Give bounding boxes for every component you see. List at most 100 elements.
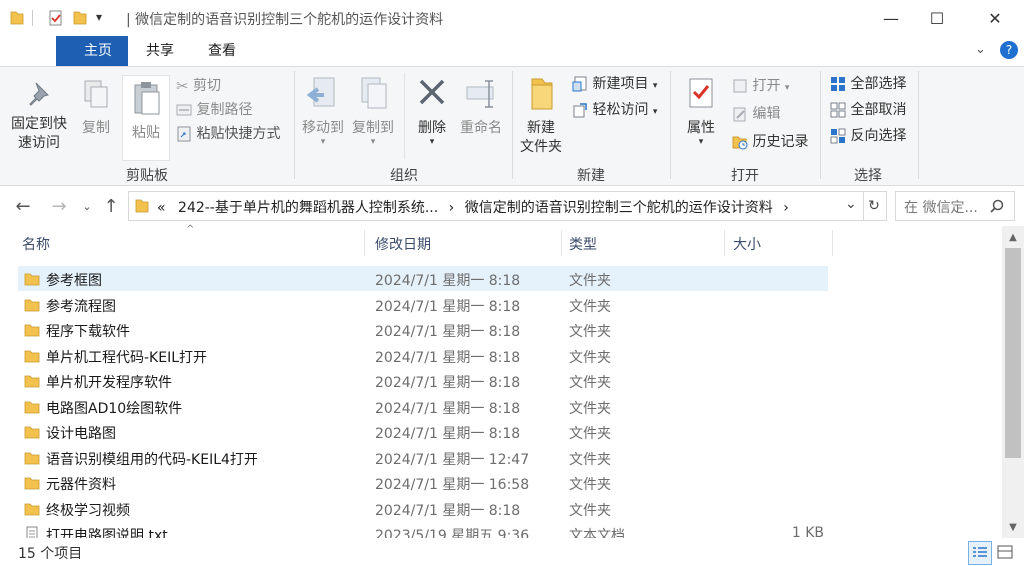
search-input[interactable]: 在 微信定... — [895, 191, 1015, 221]
address-bar[interactable]: « 242--基于单片机的舞蹈机器人控制系统... › 微信定制的语音识别控制三… — [128, 191, 864, 221]
file-date: 2024/7/1 星期一 8:18 — [375, 273, 521, 289]
column-divider[interactable] — [364, 230, 365, 256]
recent-locations-chevron-icon[interactable]: ⌄ — [74, 192, 100, 220]
copy-to-button[interactable]: 复制到 ▾ — [350, 75, 396, 147]
file-type: 文件夹 — [569, 375, 611, 391]
new-folder-button[interactable]: 新建 文件夹 — [516, 75, 566, 157]
cut-button[interactable]: ✂ 剪切 — [176, 75, 221, 97]
file-row[interactable]: 电路图AD10绘图软件 2024/7/1 星期一 8:18 文件夹 — [18, 394, 828, 419]
file-row[interactable]: 参考框图 2024/7/1 星期一 8:18 文件夹 — [18, 266, 828, 291]
folder-icon — [24, 273, 40, 286]
file-row[interactable]: 终极学习视频 2024/7/1 星期一 8:18 文件夹 — [18, 496, 828, 521]
sort-ascending-icon: ^ — [186, 224, 195, 235]
file-date: 2024/7/1 星期一 8:18 — [375, 502, 521, 519]
copy-path-button[interactable]: 复制路径 — [176, 99, 252, 121]
breadcrumb-separator[interactable]: › — [449, 200, 455, 216]
customize-toolbar-chevron-icon[interactable]: ▾ — [96, 10, 102, 24]
paste-icon — [134, 82, 160, 115]
breadcrumb-item-parent[interactable]: 242--基于单片机的舞蹈机器人控制系统... — [178, 200, 438, 216]
rename-button[interactable]: 重命名 — [456, 75, 506, 138]
forward-arrow-icon[interactable]: → — [46, 192, 72, 220]
column-header-row: ^ 名称 修改日期 类型 大小 — [0, 224, 1002, 258]
close-button[interactable]: ✕ — [972, 0, 1018, 36]
file-name: 设计电路图 — [46, 426, 116, 442]
select-none-button[interactable]: 全部取消 — [830, 99, 906, 121]
chevron-down-icon: ▾ — [652, 107, 658, 117]
details-view-icon — [973, 547, 987, 557]
column-header-date[interactable]: 修改日期 — [375, 234, 431, 254]
new-folder-quick-icon[interactable] — [73, 10, 87, 26]
properties-button[interactable]: 属性 ▾ — [678, 75, 724, 147]
edit-button[interactable]: 编辑 — [732, 103, 780, 125]
scroll-up-arrow-icon[interactable]: ▲ — [1002, 228, 1024, 246]
scroll-down-arrow-icon[interactable]: ▼ — [1002, 518, 1024, 536]
history-icon — [732, 136, 748, 150]
file-list: 参考框图 2024/7/1 星期一 8:18 文件夹 参考流程图 2024/7/1 星期… — [0, 264, 1002, 538]
column-divider[interactable] — [724, 230, 725, 256]
address-dropdown-chevron-icon[interactable]: ⌄ — [845, 196, 857, 212]
properties-label: 属性 — [687, 120, 715, 136]
folder-icon — [135, 199, 149, 213]
select-all-button[interactable]: 全部选择 — [830, 73, 906, 95]
file-row[interactable]: 打开电路图说明.txt 2023/5/19 星期五 9:36 文本文档 1 KB — [18, 521, 828, 538]
open-button[interactable]: 打开 ▾ — [732, 75, 789, 97]
column-header-name[interactable]: 名称 — [22, 234, 50, 254]
scrollbar-thumb[interactable] — [1005, 248, 1021, 458]
column-header-type[interactable]: 类型 — [569, 234, 597, 254]
up-arrow-icon[interactable]: ↑ — [98, 192, 124, 220]
refresh-icon[interactable]: ↻ — [862, 191, 887, 221]
delete-x-icon — [419, 79, 445, 105]
breadcrumb-overflow[interactable]: « — [157, 200, 166, 216]
column-header-size[interactable]: 大小 — [733, 234, 761, 254]
collapse-ribbon-chevron-icon[interactable]: ⌄ — [975, 42, 986, 57]
copy-button[interactable]: 复制 — [76, 79, 116, 138]
text-file-icon — [26, 526, 38, 538]
easy-access-icon — [573, 103, 587, 118]
vertical-scrollbar[interactable]: ▲ ▼ — [1002, 226, 1024, 538]
pin-quick-access-button[interactable]: 固定到快 速访问 — [6, 79, 72, 153]
help-icon[interactable]: ? — [1000, 41, 1018, 59]
select-group-label: 选择 — [854, 168, 882, 184]
invert-selection-button[interactable]: 反向选择 — [830, 125, 906, 147]
large-icons-view-icon — [997, 545, 1013, 559]
details-view-button[interactable] — [968, 541, 992, 565]
folder-icon — [24, 426, 40, 439]
paste-button[interactable]: 粘贴 — [122, 75, 170, 161]
column-divider[interactable] — [832, 230, 833, 256]
minimize-button[interactable]: — — [868, 0, 914, 36]
file-name: 打开电路图说明.txt — [46, 528, 168, 538]
file-date: 2024/7/1 星期一 8:18 — [375, 426, 521, 442]
file-row[interactable]: 单片机工程代码-KEIL打开 2024/7/1 星期一 8:18 文件夹 — [18, 343, 828, 368]
breadcrumb-item-current[interactable]: 微信定制的语音识别控制三个舵机的运作设计资料 — [465, 200, 773, 216]
history-button[interactable]: 历史记录 — [732, 131, 808, 153]
scissors-icon: ✂ — [176, 77, 189, 95]
easy-access-button[interactable]: 轻松访问 ▾ — [572, 99, 657, 121]
properties-icon — [689, 78, 713, 108]
file-row[interactable]: 语音识别模组用的代码-KEIL4打开 2024/7/1 星期一 12:47 文件夹 — [18, 445, 828, 470]
large-icons-view-button[interactable] — [994, 541, 1016, 563]
tab-share[interactable]: 共享 — [134, 36, 186, 66]
pin-quick-access-label: 固定到快 速访问 — [11, 116, 67, 151]
column-divider[interactable] — [561, 230, 562, 256]
file-type: 文件夹 — [569, 400, 611, 417]
file-row[interactable]: 单片机开发程序软件 2024/7/1 星期一 8:18 文件夹 — [18, 368, 828, 393]
properties-quick-icon[interactable] — [48, 10, 64, 26]
breadcrumb: « 242--基于单片机的舞蹈机器人控制系统... › 微信定制的语音识别控制三… — [157, 197, 789, 217]
move-to-button[interactable]: 移动到 ▾ — [300, 75, 346, 147]
breadcrumb-separator[interactable]: › — [783, 200, 789, 216]
open-icon — [733, 79, 747, 93]
file-row[interactable]: 程序下载软件 2024/7/1 星期一 8:18 文件夹 — [18, 317, 828, 342]
file-name: 单片机开发程序软件 — [46, 375, 172, 391]
file-row[interactable]: 参考流程图 2024/7/1 星期一 8:18 文件夹 — [18, 292, 828, 317]
paste-shortcut-button[interactable]: 粘贴快捷方式 — [176, 123, 280, 145]
delete-button[interactable]: 删除 ▾ — [412, 75, 452, 147]
file-name: 参考框图 — [46, 273, 102, 289]
new-item-button[interactable]: 新建项目 ▾ — [572, 73, 657, 95]
tab-home[interactable]: 主页 — [56, 36, 128, 66]
maximize-button[interactable]: ☐ — [914, 0, 960, 36]
tab-view[interactable]: 查看 — [196, 36, 248, 66]
file-row[interactable]: 元器件资料 2024/7/1 星期一 16:58 文件夹 — [18, 470, 828, 495]
file-row[interactable]: 设计电路图 2024/7/1 星期一 8:18 文件夹 — [18, 419, 828, 444]
back-arrow-icon[interactable]: ← — [10, 192, 36, 220]
file-date: 2024/7/1 星期一 8:18 — [375, 324, 521, 340]
